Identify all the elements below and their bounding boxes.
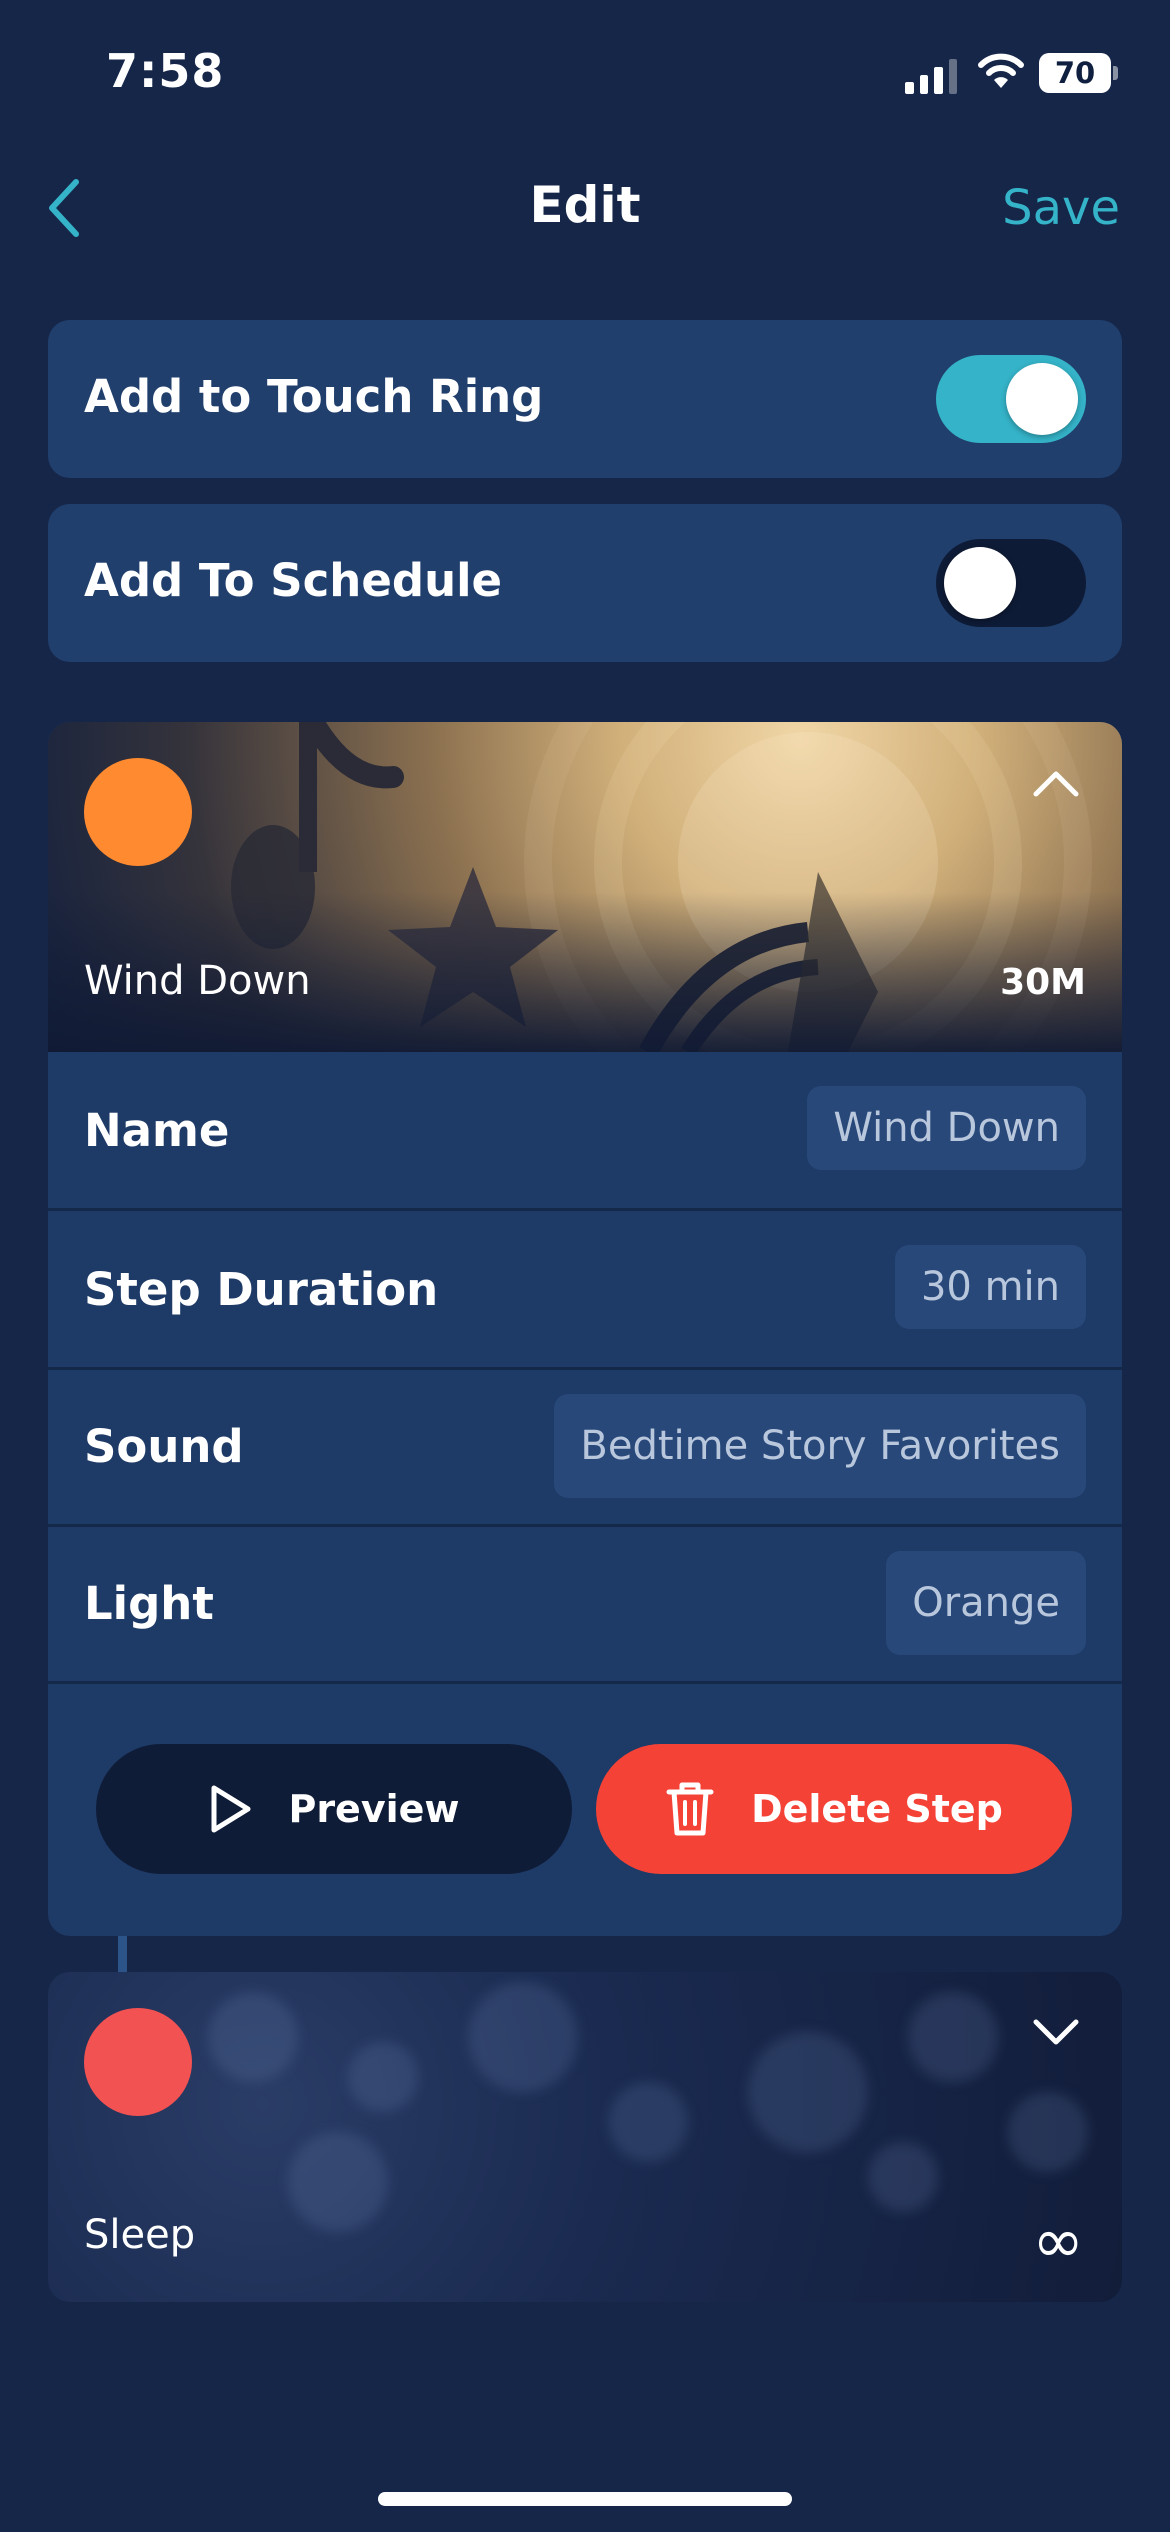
name-label: Name <box>84 1104 230 1157</box>
light-label: Light <box>84 1577 214 1630</box>
step-duration-label: Step Duration <box>84 1263 439 1316</box>
step-card-sleep[interactable]: Sleep ∞ <box>48 1972 1122 2302</box>
delete-step-label: Delete Step <box>751 1787 1003 1831</box>
infinity-icon: ∞ <box>1032 2204 1084 2277</box>
toggle-knob <box>944 547 1016 619</box>
chevron-down-icon[interactable] <box>1030 2012 1082 2056</box>
step-name: Sleep <box>84 2212 196 2258</box>
preview-label: Preview <box>288 1787 460 1831</box>
battery-level: 70 <box>1054 56 1096 90</box>
schedule-label: Add To Schedule <box>84 554 503 607</box>
step-color-dot <box>84 758 192 866</box>
schedule-toggle[interactable] <box>936 539 1086 627</box>
battery-nub <box>1113 66 1118 80</box>
touch-ring-row: Add to Touch Ring <box>48 320 1122 478</box>
touch-ring-label: Add to Touch Ring <box>84 370 544 423</box>
home-indicator[interactable] <box>378 2492 792 2506</box>
step-duration-badge: 30M <box>1000 962 1086 1003</box>
touch-ring-toggle[interactable] <box>936 355 1086 443</box>
sound-value[interactable]: Bedtime Story Favorites <box>554 1394 1086 1498</box>
name-row[interactable]: Name Wind Down <box>48 1052 1122 1211</box>
step-color-dot <box>84 2008 192 2116</box>
name-value[interactable]: Wind Down <box>807 1086 1086 1170</box>
battery-icon: 70 <box>1039 53 1111 93</box>
chevron-up-icon[interactable] <box>1030 762 1082 806</box>
play-icon <box>211 1785 251 1833</box>
page-title: Edit <box>529 176 641 234</box>
step-duration-value[interactable]: 30 min <box>894 1245 1086 1329</box>
step-header-wind-down[interactable]: Wind Down 30M <box>48 722 1122 1052</box>
step-name: Wind Down <box>84 958 311 1004</box>
step-connector <box>118 1936 127 1972</box>
preview-button[interactable]: Preview <box>96 1744 572 1874</box>
light-value[interactable]: Orange <box>886 1551 1086 1655</box>
status-time: 7:58 <box>106 44 225 98</box>
sound-label: Sound <box>84 1420 244 1473</box>
cellular-signal-icon <box>905 56 957 94</box>
step-duration-row[interactable]: Step Duration 30 min <box>48 1211 1122 1370</box>
delete-step-button[interactable]: Delete Step <box>596 1744 1072 1874</box>
light-row[interactable]: Light Orange <box>48 1525 1122 1684</box>
step-card-wind-down: Wind Down 30M Name Wind Down Step Durati… <box>48 722 1122 1936</box>
sound-row[interactable]: Sound Bedtime Story Favorites <box>48 1368 1122 1527</box>
wifi-icon <box>978 52 1024 94</box>
toggle-knob <box>1006 363 1078 435</box>
schedule-row: Add To Schedule <box>48 504 1122 662</box>
save-button[interactable]: Save <box>1002 180 1120 236</box>
trash-icon <box>666 1782 714 1836</box>
